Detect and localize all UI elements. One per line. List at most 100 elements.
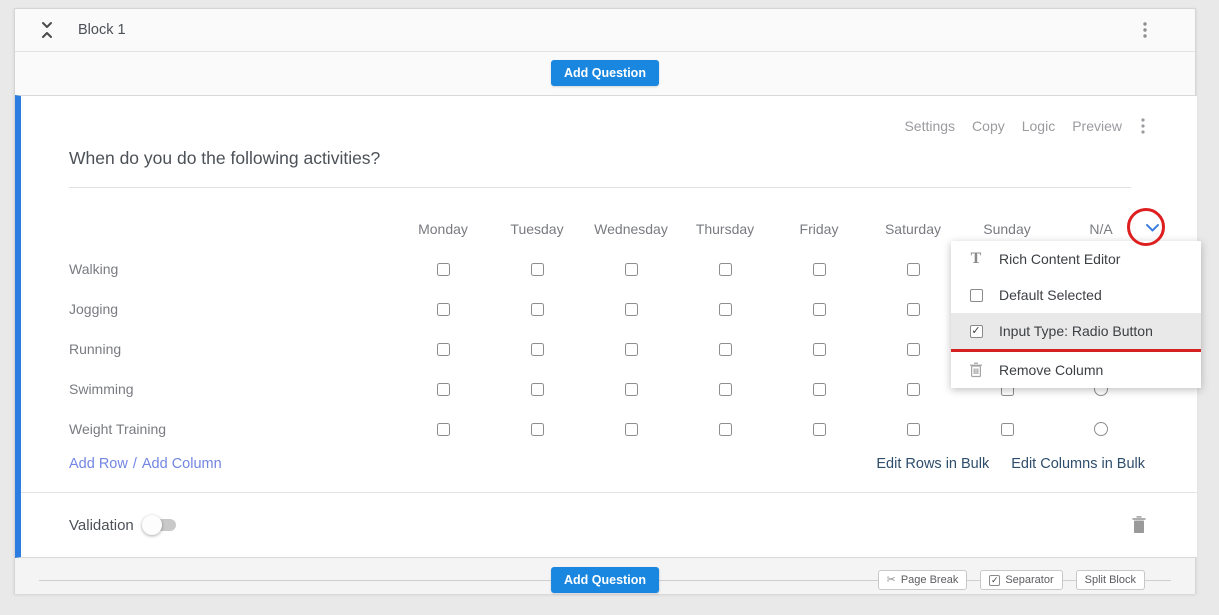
matrix-cell — [396, 343, 490, 356]
matrix-cell — [584, 423, 678, 436]
matrix-cell — [584, 343, 678, 356]
bulk-links: Edit Rows in Bulk Edit Columns in Bulk — [876, 456, 1145, 472]
footer-buttons: ✂Page Break ✓Separator Split Block — [878, 570, 1145, 590]
row-label[interactable]: Running — [69, 341, 396, 357]
toolbar-settings[interactable]: Settings — [904, 118, 955, 134]
validation-toggle[interactable] — [146, 519, 176, 531]
question-options-kebab-icon[interactable] — [1141, 118, 1145, 134]
checkbox-input[interactable] — [437, 423, 450, 436]
matrix-cell — [678, 303, 772, 316]
menu-item-label: Default Selected — [999, 287, 1102, 303]
row-label[interactable]: Weight Training — [69, 421, 396, 437]
menu-item-remove-column[interactable]: Remove Column — [951, 352, 1201, 388]
column-header-wednesday[interactable]: Wednesday — [584, 221, 678, 237]
toolbar-preview[interactable]: Preview — [1072, 118, 1122, 134]
checkbox-input[interactable] — [907, 383, 920, 396]
matrix-cell — [490, 383, 584, 396]
page-break-button[interactable]: ✂Page Break — [878, 570, 968, 590]
edit-columns-in-bulk-link[interactable]: Edit Columns in Bulk — [1011, 456, 1145, 472]
checkbox-input[interactable] — [625, 263, 638, 276]
validation-row: Validation — [69, 493, 1147, 557]
add-row-link[interactable]: Add Row — [69, 456, 128, 472]
column-menu-chevron-icon[interactable] — [1145, 223, 1160, 233]
checkbox-input[interactable] — [813, 423, 826, 436]
checkbox-input[interactable] — [719, 343, 732, 356]
radio-input[interactable] — [1094, 422, 1108, 436]
column-header-n-a[interactable]: N/A — [1054, 221, 1148, 237]
checkbox-input[interactable] — [437, 343, 450, 356]
matrix-cell — [772, 303, 866, 316]
question-title[interactable]: When do you do the following activities? — [69, 148, 380, 169]
collapse-block-icon[interactable] — [39, 21, 55, 39]
add-question-strip-top: Add Question — [15, 51, 1195, 95]
menu-item-default-selected[interactable]: Default Selected — [951, 277, 1201, 313]
checkbox-input[interactable] — [531, 383, 544, 396]
checkbox-input[interactable] — [907, 423, 920, 436]
row-label[interactable]: Walking — [69, 261, 396, 277]
split-block-button[interactable]: Split Block — [1076, 570, 1145, 590]
delete-question-trash-icon[interactable] — [1131, 516, 1147, 534]
checkbox-input[interactable] — [437, 383, 450, 396]
block-options-kebab-icon[interactable] — [1143, 22, 1147, 38]
checkbox-input[interactable] — [719, 423, 732, 436]
checkbox-input[interactable] — [813, 383, 826, 396]
checkbox-input[interactable] — [625, 303, 638, 316]
column-header-saturday[interactable]: Saturday — [866, 221, 960, 237]
checkbox-input[interactable] — [719, 263, 732, 276]
checkbox-input[interactable] — [437, 263, 450, 276]
checkbox-input[interactable] — [625, 383, 638, 396]
checkbox-input[interactable] — [437, 303, 450, 316]
toolbar-logic[interactable]: Logic — [1022, 118, 1055, 134]
checkbox-input[interactable] — [813, 303, 826, 316]
separator-button[interactable]: ✓Separator — [980, 570, 1062, 590]
column-header-tuesday[interactable]: Tuesday — [490, 221, 584, 237]
checkbox-input[interactable] — [625, 343, 638, 356]
block-header: Block 1 — [15, 9, 1195, 52]
question-toolbar-items: Settings Copy Logic Preview — [904, 118, 1122, 134]
checkbox-input[interactable] — [625, 423, 638, 436]
menu-item-input-type-radio-button[interactable]: ✓Input Type: Radio Button — [951, 313, 1201, 349]
separator-checkbox-icon: ✓ — [989, 575, 1000, 586]
matrix-cell — [772, 343, 866, 356]
matrix-cell — [772, 263, 866, 276]
add-column-link[interactable]: Add Column — [142, 456, 222, 472]
checkbox-empty-icon — [968, 289, 984, 302]
page-break-icon: ✂ — [887, 575, 896, 586]
matrix-cell — [396, 303, 490, 316]
survey-builder-canvas: Block 1 Add Question Settings Copy Logic Pr… — [0, 0, 1219, 615]
checkbox-input[interactable] — [719, 303, 732, 316]
column-header-sunday[interactable]: Sunday — [960, 221, 1054, 237]
menu-item-rich-content-editor[interactable]: TRich Content Editor — [951, 241, 1201, 277]
checkbox-input[interactable] — [907, 303, 920, 316]
toolbar-copy[interactable]: Copy — [972, 118, 1005, 134]
row-label[interactable]: Jogging — [69, 301, 396, 317]
checkbox-input[interactable] — [719, 383, 732, 396]
checkbox-checked-icon: ✓ — [968, 325, 984, 338]
checkbox-input[interactable] — [1001, 423, 1014, 436]
checkbox-input[interactable] — [907, 263, 920, 276]
add-question-button-top[interactable]: Add Question — [551, 60, 659, 86]
checkbox-input[interactable] — [813, 263, 826, 276]
checkbox-checked-glyph: ✓ — [970, 325, 983, 338]
column-header-monday[interactable]: Monday — [396, 221, 490, 237]
question-title-underline — [69, 187, 1131, 188]
menu-item-label: Remove Column — [999, 362, 1103, 378]
checkbox-input[interactable] — [813, 343, 826, 356]
add-links-separator: / — [133, 456, 137, 472]
matrix-cell — [584, 263, 678, 276]
checkbox-input[interactable] — [531, 263, 544, 276]
column-header-thursday[interactable]: Thursday — [678, 221, 772, 237]
checkbox-input[interactable] — [531, 303, 544, 316]
trash-icon — [968, 362, 984, 378]
block-title: Block 1 — [78, 22, 126, 38]
row-label[interactable]: Swimming — [69, 381, 396, 397]
checkbox-input[interactable] — [907, 343, 920, 356]
question-toolbar: Settings Copy Logic Preview — [904, 118, 1145, 134]
column-header-friday[interactable]: Friday — [772, 221, 866, 237]
add-question-button-bottom[interactable]: Add Question — [551, 567, 659, 593]
matrix-cell — [866, 263, 960, 276]
edit-rows-in-bulk-link[interactable]: Edit Rows in Bulk — [876, 456, 989, 472]
checkbox-input[interactable] — [531, 423, 544, 436]
matrix-row-weight-training: Weight Training — [69, 409, 1148, 449]
checkbox-input[interactable] — [531, 343, 544, 356]
